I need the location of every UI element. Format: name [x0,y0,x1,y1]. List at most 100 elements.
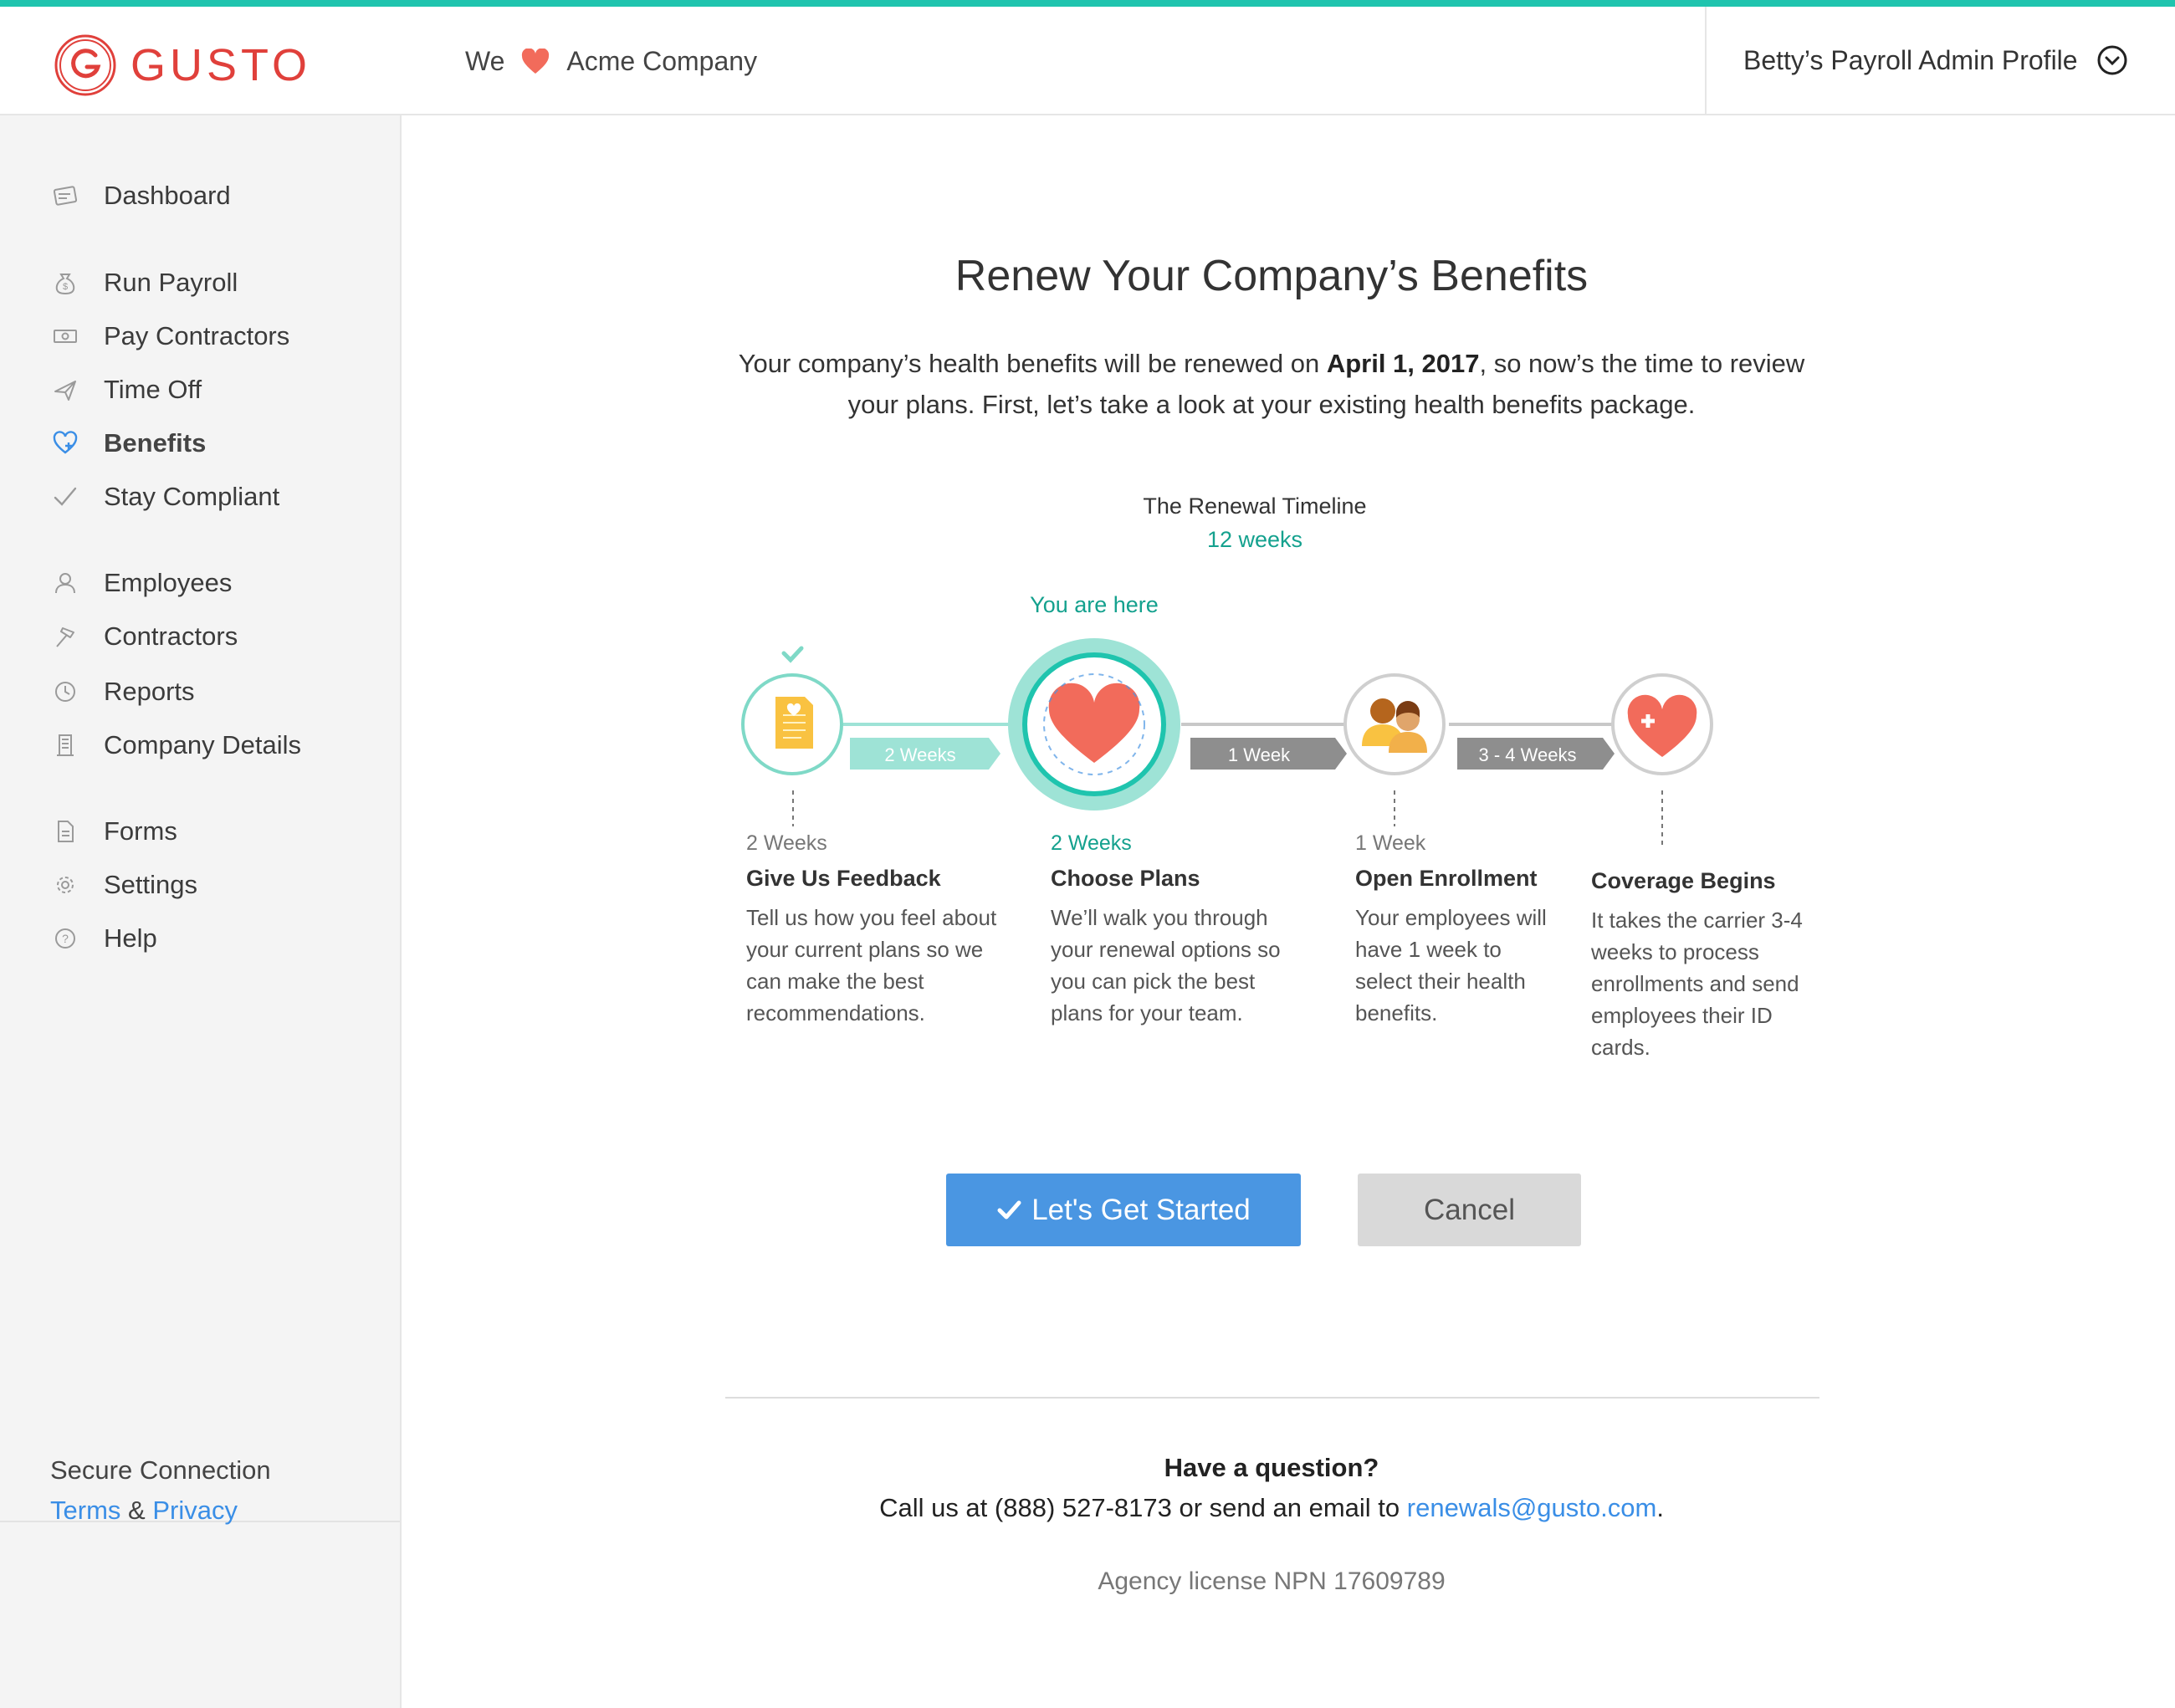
sidebar-item-pay-contractors[interactable]: Pay Contractors [52,318,289,355]
sidebar-item-label: Employees [104,568,233,597]
airplane-icon [54,381,76,401]
sidebar-item-label: Pay Contractors [104,321,290,350]
choose-plans-step-icon [1008,638,1180,811]
arrow-badge-2: 1 Week [1190,738,1347,770]
step-coverage-begins: Coverage Begins It takes the carrier 3-4… [1591,868,1825,1063]
start-button-label: Let's Get Started [1031,1193,1251,1226]
svg-text:?: ? [62,932,69,945]
gear-icon [57,877,74,893]
header: GUSTO We Acme Company Betty’s Payroll Ad… [0,7,2175,115]
completed-check-icon [781,646,804,663]
privacy-link[interactable]: Privacy [152,1496,238,1525]
feedback-step-icon [741,673,843,775]
money-bag-icon: $ [55,274,75,295]
renewal-date: April 1, 2017 [1326,349,1480,378]
sidebar-item-label: Reports [104,677,195,706]
renewal-timeline: 2 Weeks 1 Week 3 - 4 Weeks [741,638,1713,845]
sidebar-item-dashboard[interactable]: Dashboard [52,177,231,214]
arrow-badge-3: 3 - 4 Weeks [1457,738,1615,770]
terms-link[interactable]: Terms [50,1496,120,1525]
company-tagline: We Acme Company [465,46,757,77]
sidebar-item-forms[interactable]: Forms [52,813,177,850]
sidebar-item-label: Help [104,923,157,953]
step-name: Coverage Begins [1591,868,1776,893]
cash-icon [54,330,77,343]
open-enrollment-step-icon [1343,673,1446,775]
secure-connection: Secure Connection [50,1455,271,1485]
hammer-icon [56,627,74,647]
sidebar-item-label: Time Off [104,375,202,404]
sidebar-item-label: Stay Compliant [104,482,280,511]
person-icon [55,573,75,594]
sidebar-item-settings[interactable]: Settings [52,867,197,903]
arrow-label-3: 3 - 4 Weeks [1479,744,1577,765]
profile-menu[interactable]: Betty’s Payroll Admin Profile [1705,7,2175,114]
clock-icon [55,682,75,702]
sidebar-item-label: Forms [104,816,177,846]
heart-plus-icon [53,431,78,454]
step-description: Your employees will have 1 week to selec… [1355,905,1547,1025]
sidebar-item-label: Company Details [104,730,302,759]
step-description: It takes the carrier 3-4 weeks to proces… [1591,908,1803,1060]
intro-text: Your company’s health benefits will be r… [736,343,1807,425]
sidebar-item-label: Settings [104,870,198,899]
cancel-button-label: Cancel [1424,1193,1515,1226]
step-give-feedback: 2 Weeks Give Us Feedback Tell us how you… [746,831,997,1029]
sidebar-item-time-off[interactable]: Time Off [52,371,202,408]
coverage-step-icon [1611,673,1713,775]
step-name: Give Us Feedback [746,866,941,891]
heart-icon [522,48,550,74]
document-icon [58,821,74,842]
sidebar-item-label: Benefits [104,428,207,458]
sidebar-item-run-payroll[interactable]: $ Run Payroll [52,264,238,301]
chevron-down-icon [2097,45,2127,75]
step-duration: 2 Weeks [746,831,827,855]
sidebar-item-reports[interactable]: Reports [52,673,195,710]
sidebar-item-help[interactable]: ? Help [52,920,157,957]
check-icon [54,487,77,506]
arrow-badge-1: 2 Weeks [850,738,1000,770]
sidebar-item-label: Contractors [104,621,238,651]
you-are-here-label: You are here [1030,592,1159,617]
sidebar-item-label: Dashboard [104,181,231,210]
sidebar-item-company-details[interactable]: Company Details [52,727,301,764]
step-duration: 2 Weeks [1051,831,1132,855]
help-icon: ? [55,928,75,949]
help-contact: Call us at (888) 527-8173 or send an ema… [719,1493,1824,1523]
email-link[interactable]: renewals@gusto.com [1407,1493,1657,1522]
content-divider [725,1397,1819,1399]
contact-prefix: Call us at (888) 527-8173 or send an ema… [879,1493,1407,1522]
sidebar-item-benefits[interactable]: Benefits [52,425,206,462]
help-question: Have a question? [1164,1453,1379,1482]
agency-license: Agency license NPN 17609789 [1098,1567,1446,1595]
step-name: Choose Plans [1051,866,1200,891]
checkmark-icon [997,1200,1021,1219]
step-name: Open Enrollment [1355,866,1538,891]
legal-links: Terms & Privacy [50,1496,238,1526]
contact-suffix: . [1656,1493,1664,1522]
arrow-label-1: 2 Weeks [884,744,955,765]
tagline-prefix: We [465,46,505,76]
gusto-logo-icon [54,34,116,96]
sidebar-item-employees[interactable]: Employees [52,565,232,601]
cancel-button[interactable]: Cancel [1358,1174,1581,1246]
intro-before: Your company’s health benefits will be r… [738,349,1327,378]
step-choose-plans: 2 Weeks Choose Plans We’ll walk you thro… [1051,831,1302,1029]
building-icon [57,734,74,756]
lets-get-started-button[interactable]: Let's Get Started [946,1174,1301,1246]
legal-and: & [128,1496,146,1525]
sidebar-item-label: Run Payroll [104,268,238,297]
sidebar-item-stay-compliant[interactable]: Stay Compliant [52,478,279,515]
dashboard-icon [53,186,78,206]
arrow-label-2: 1 Week [1228,744,1291,765]
timeline-title: The Renewal Timeline [1143,493,1367,519]
page-title: Renew Your Company’s Benefits [954,252,1589,300]
step-description: We’ll walk you through your renewal opti… [1051,905,1281,1025]
sidebar-item-contractors[interactable]: Contractors [52,618,238,655]
top-accent-bar [0,0,2175,7]
timeline-total: 12 weeks [1206,527,1303,552]
gusto-logo[interactable]: GUSTO [52,32,311,99]
profile-label: Betty’s Payroll Admin Profile [1743,44,2078,75]
company-name: Acme Company [566,46,758,76]
step-duration: 1 Week [1355,831,1426,855]
